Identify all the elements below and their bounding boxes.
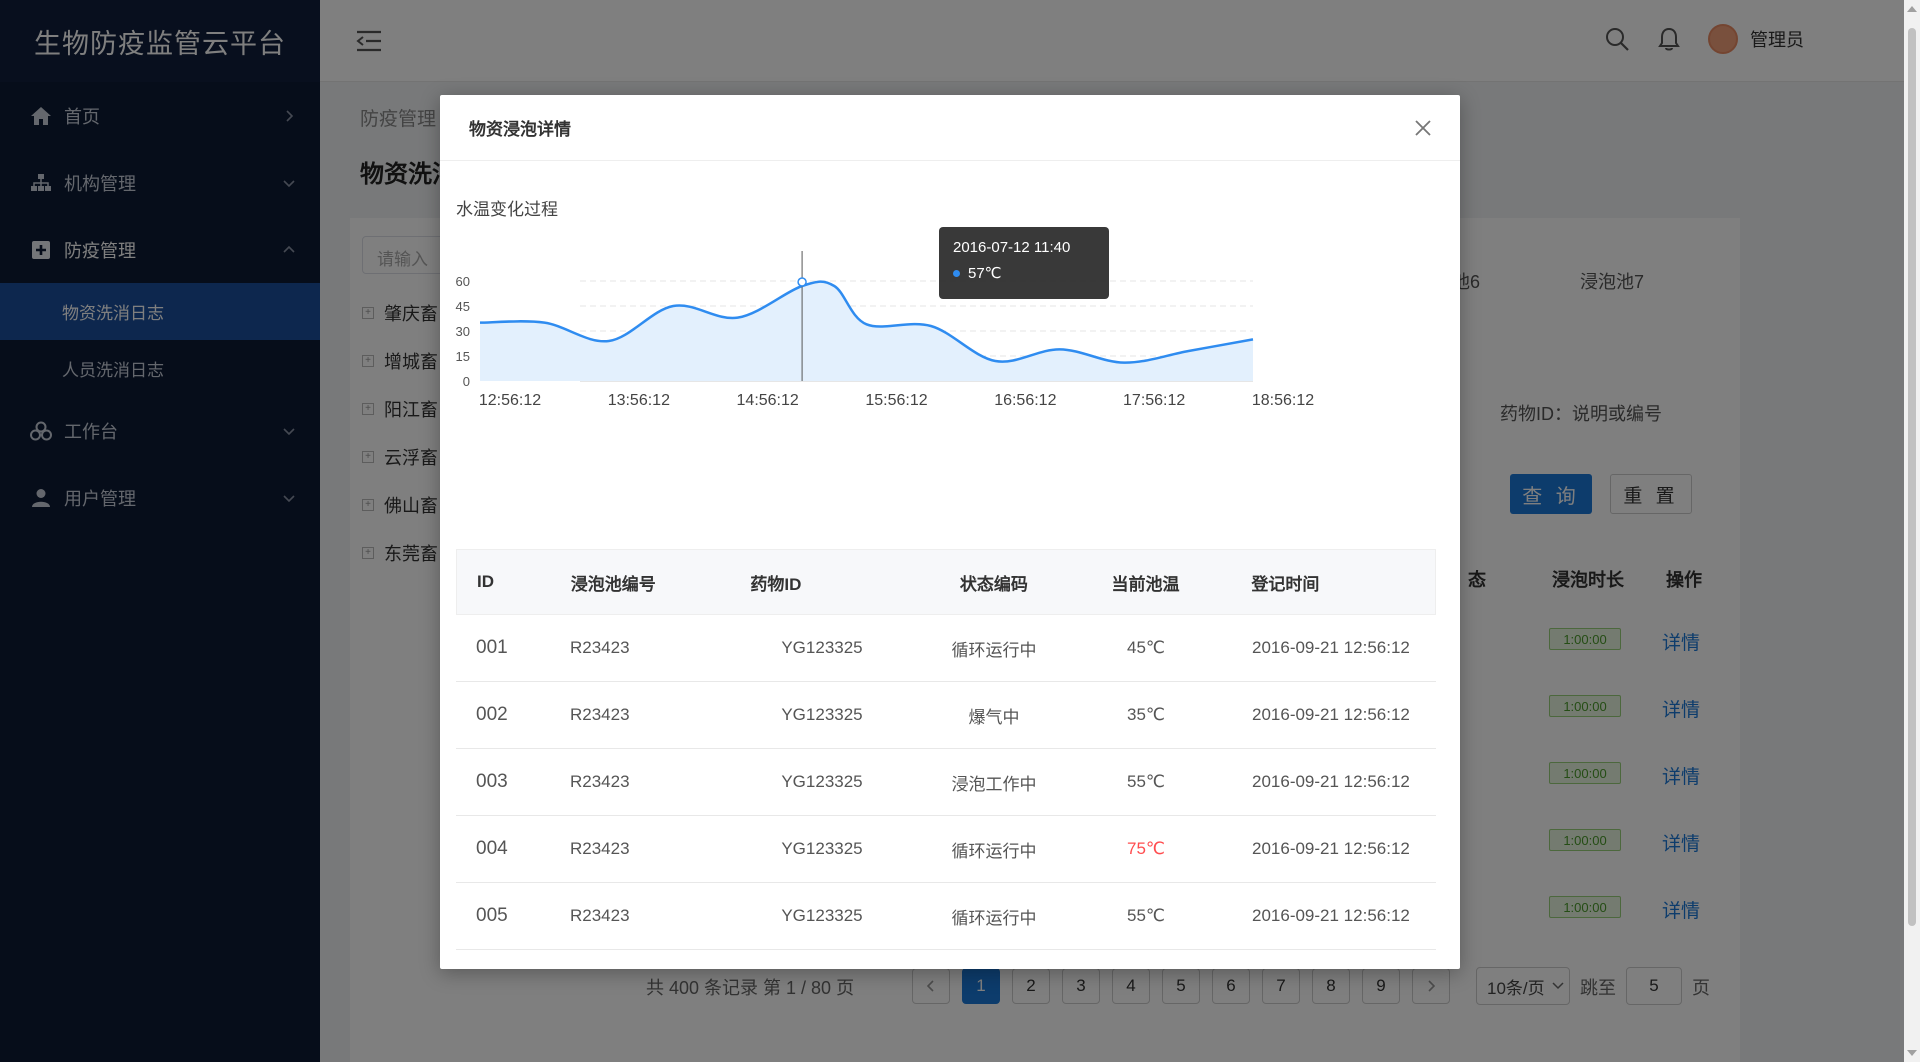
soak-detail-modal: 物资浸泡详情 水温变化过程 0 15 30 45 60 12:56:12 13:56:12 1… — [440, 95, 1460, 969]
table-cell-drug: YG123325 — [781, 772, 863, 791]
scroll-down-arrow-icon[interactable] — [1907, 1050, 1917, 1056]
tooltip-time: 2016-07-12 11:40 — [953, 239, 1071, 256]
table-cell-status: 循环运行中 — [951, 841, 1037, 861]
chart-tooltip: 2016-07-12 11:40 57℃ — [939, 227, 1109, 299]
scrollbar[interactable] — [1904, 0, 1920, 1062]
x-tick-label: 17:56:12 — [1123, 392, 1185, 409]
series-dot-icon — [953, 269, 960, 277]
x-tick-label: 13:56:12 — [608, 392, 670, 409]
x-tick-label: 15:56:12 — [865, 392, 927, 409]
table-cell-temp: 45℃ — [1126, 638, 1165, 657]
column-header: 药物ID — [750, 574, 802, 594]
table-cell-status: 循环运行中 — [951, 908, 1037, 928]
table-cell-pool: R23423 — [570, 638, 630, 657]
table-cell-drug: YG123325 — [781, 839, 863, 858]
table-cell-drug: YG123325 — [781, 705, 863, 724]
column-header: 登记时间 — [1251, 574, 1320, 594]
soak-detail-table: ID 浸泡池编号 药物ID 状态编码 当前池温 登记时间 001 R23423 YG… — [456, 549, 1436, 950]
table-row: 005 R23423 YG123325 循环运行中 55℃ 2016-09-21 12:5… — [456, 883, 1436, 950]
y-tick-label: 15 — [456, 349, 470, 364]
hover-point — [797, 277, 807, 287]
table-row: 003 R23423 YG123325 浸泡工作中 55℃ 2016-09-21 12:5… — [456, 749, 1436, 816]
table-cell-id: 001 — [476, 637, 508, 658]
table-cell-time: 2016-09-21 12:56:12 — [1252, 772, 1410, 791]
table-cell-temp: 35℃ — [1126, 705, 1165, 724]
column-header: ID — [477, 572, 494, 591]
table-cell-status: 循环运行中 — [951, 640, 1037, 660]
table-cell-time: 2016-09-21 12:56:12 — [1252, 638, 1410, 657]
table-cell-id: 003 — [476, 771, 508, 792]
table-cell-pool: R23423 — [570, 906, 630, 925]
table-header: ID 浸泡池编号 药物ID 状态编码 当前池温 登记时间 — [456, 549, 1436, 615]
table-cell-temp: 55℃ — [1126, 772, 1165, 791]
table-row: 001 R23423 YG123325 循环运行中 45℃ 2016-09-21 12:5… — [456, 615, 1436, 682]
y-tick-label: 45 — [456, 299, 470, 314]
table-cell-status: 爆气中 — [968, 707, 1020, 727]
table-cell-pool: R23423 — [570, 839, 630, 858]
table-cell-time: 2016-09-21 12:56:12 — [1252, 839, 1410, 858]
x-tick-label: 12:56:12 — [479, 392, 541, 409]
table-cell-id: 002 — [476, 704, 508, 725]
y-tick-label: 30 — [456, 324, 470, 339]
table-cell-temp: 55℃ — [1126, 906, 1165, 925]
x-tick-label: 14:56:12 — [737, 392, 799, 409]
scroll-up-arrow-icon[interactable] — [1907, 6, 1917, 12]
table-cell-drug: YG123325 — [781, 906, 863, 925]
y-tick-label: 0 — [463, 374, 470, 389]
modal-title: 物资浸泡详情 — [469, 120, 571, 139]
column-header: 当前池温 — [1111, 574, 1180, 594]
y-tick-label: 60 — [456, 274, 470, 289]
table-cell-drug: YG123325 — [781, 638, 863, 657]
modal-header: 物资浸泡详情 — [440, 95, 1460, 161]
table-cell-status: 浸泡工作中 — [951, 774, 1037, 794]
table-row: 004 R23423 YG123325 循环运行中 75℃ 2016-09-21 12:5… — [456, 816, 1436, 883]
table-cell-id: 005 — [476, 905, 508, 926]
table-cell-id: 004 — [476, 838, 508, 859]
table-row: 002 R23423 YG123325 爆气中 35℃ 2016-09-21 12:56:… — [456, 682, 1436, 749]
column-header: 浸泡池编号 — [570, 574, 656, 594]
x-tick-label: 18:56:12 — [1252, 392, 1314, 409]
table-cell-time: 2016-09-21 12:56:12 — [1252, 705, 1410, 724]
scroll-thumb[interactable] — [1908, 28, 1916, 926]
column-header: 状态编码 — [959, 574, 1028, 594]
tooltip-value: 57℃ — [968, 265, 1002, 282]
table-cell-temp: 75℃ — [1126, 839, 1165, 858]
table-cell-pool: R23423 — [570, 705, 630, 724]
table-body: 001 R23423 YG123325 循环运行中 45℃ 2016-09-21 12:5… — [456, 615, 1436, 950]
table-cell-pool: R23423 — [570, 772, 630, 791]
close-icon[interactable] — [1412, 117, 1434, 139]
x-tick-label: 16:56:12 — [994, 392, 1056, 409]
table-cell-time: 2016-09-21 12:56:12 — [1252, 906, 1410, 925]
